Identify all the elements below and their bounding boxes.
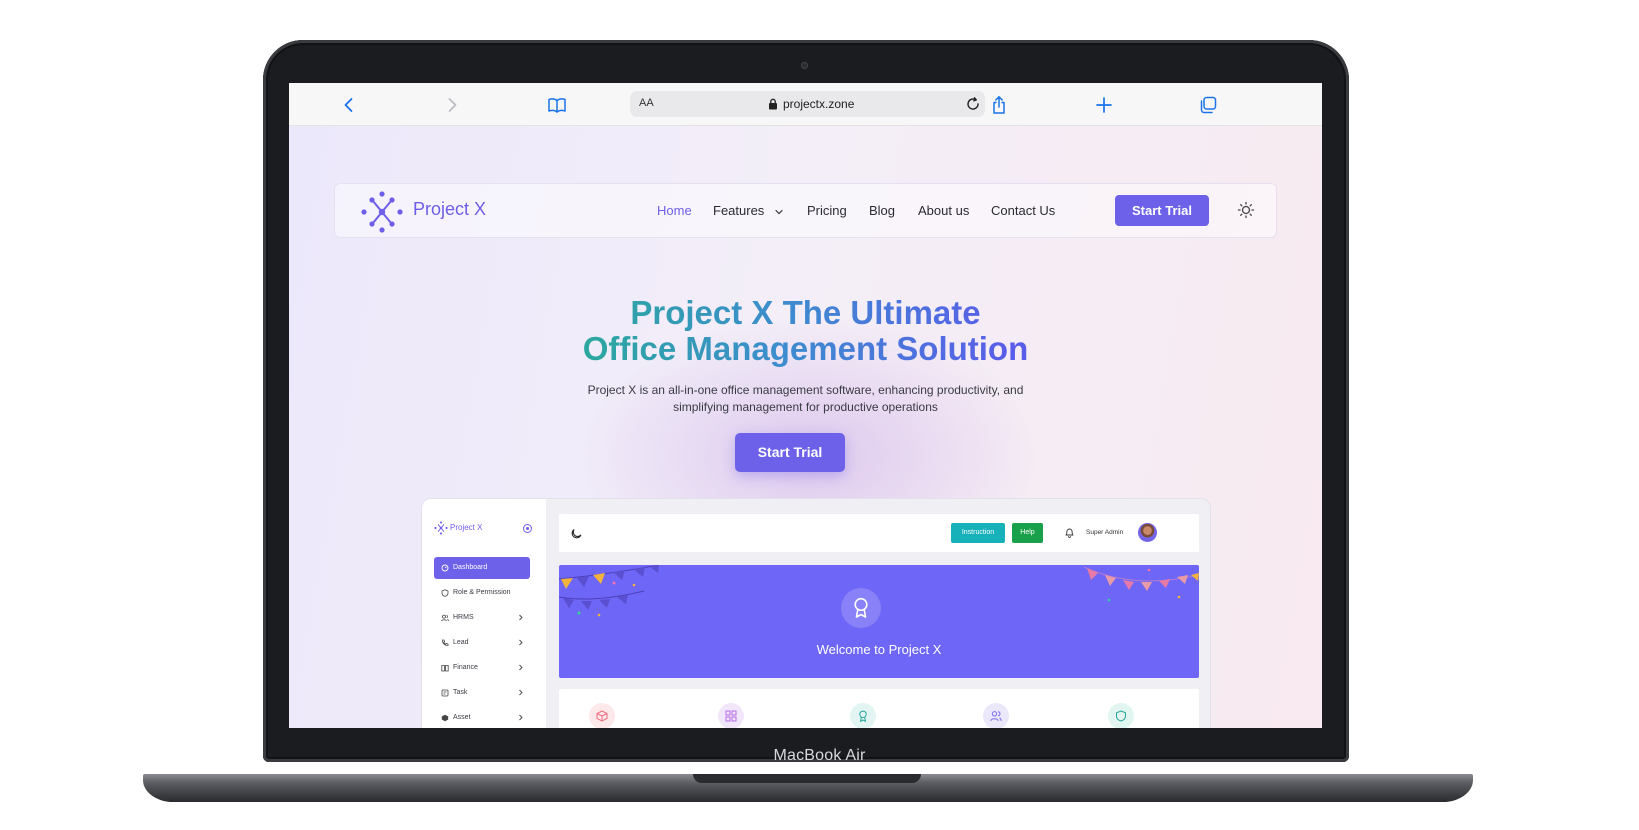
tabs-icon[interactable] — [1198, 95, 1218, 115]
hero-title-line-1: Project X The Ultimate — [289, 294, 1322, 332]
award-icon — [850, 703, 876, 728]
avatar[interactable] — [1138, 523, 1157, 542]
device-label: MacBook Air — [773, 747, 866, 764]
start-trial-button[interactable]: Start Trial — [1115, 195, 1209, 226]
nav-about-us[interactable]: About us — [918, 203, 969, 218]
users-icon — [441, 614, 449, 622]
sidebar-item-label: Dashboard — [453, 564, 488, 571]
hero-start-trial-button[interactable]: Start Trial — [735, 433, 845, 472]
chevron-right-icon — [519, 689, 523, 696]
reload-icon[interactable] — [964, 95, 982, 113]
shield-icon — [1108, 703, 1134, 728]
landing-page: Project X Home Features Pricing Blog Abo… — [289, 126, 1322, 728]
sidebar-item-label: Role & Permission — [453, 589, 511, 596]
asset-icon — [441, 714, 449, 722]
camera-icon — [801, 62, 808, 69]
back-icon[interactable] — [339, 95, 359, 115]
instruction-button[interactable]: Instruction — [951, 523, 1005, 543]
bell-icon[interactable] — [1064, 527, 1075, 538]
project-x-logo-icon — [434, 521, 448, 535]
sidebar-item-label: HRMS — [453, 614, 474, 621]
site-navbar: Project X Home Features Pricing Blog Abo… — [334, 183, 1277, 238]
book-icon — [441, 665, 449, 672]
task-icon — [441, 689, 449, 697]
forward-icon[interactable] — [442, 95, 462, 115]
project-x-logo-icon[interactable] — [359, 189, 405, 235]
hero-subtitle-line-2: simplifying management for productive op… — [673, 400, 938, 414]
nav-blog[interactable]: Blog — [869, 203, 895, 218]
address-bar[interactable]: AA projectx.zone — [630, 91, 985, 117]
sidebar-item-label: Asset — [453, 714, 471, 721]
nav-pricing[interactable]: Pricing — [807, 203, 847, 218]
welcome-text: Welcome to Project X — [816, 642, 942, 657]
new-tab-icon[interactable] — [1094, 95, 1114, 115]
bookmarks-icon[interactable] — [547, 95, 567, 115]
sidebar-item-finance[interactable]: Finance — [434, 657, 530, 679]
sidebar-item-label: Task — [453, 689, 468, 696]
chevron-right-icon — [519, 664, 523, 671]
chevron-right-icon — [519, 614, 523, 621]
dashboard-preview: Project X Dashboard Role & Permission HR… — [421, 498, 1211, 728]
phone-icon — [442, 639, 449, 646]
dashboard-icon — [441, 564, 449, 572]
sidebar-item-task[interactable]: Task — [434, 682, 530, 704]
hero-title-line-2: Office Management Solution — [289, 330, 1322, 368]
shield-icon — [441, 589, 449, 597]
nav-contact-us[interactable]: Contact Us — [991, 203, 1055, 218]
sun-icon[interactable] — [1237, 201, 1255, 219]
grid-icon — [718, 703, 744, 728]
bunting-left-decoration — [559, 565, 660, 617]
moon-icon[interactable] — [571, 527, 583, 539]
dashboard-topbar: Instruction Help Super Admin — [559, 514, 1199, 552]
nav-features-label: Features — [713, 203, 765, 218]
welcome-banner: Welcome to Project X — [559, 565, 1199, 678]
lock-icon — [769, 98, 777, 110]
browser-toolbar: AA projectx.zone — [289, 83, 1322, 126]
chevron-right-icon — [519, 639, 523, 646]
sidebar-item-label: Finance — [453, 664, 478, 671]
box-icon — [589, 703, 615, 728]
sidebar-item-asset[interactable]: Asset — [434, 707, 530, 728]
chevron-right-icon — [519, 714, 523, 721]
users-icon — [983, 703, 1009, 728]
url-text: projectx.zone — [783, 97, 855, 111]
sidebar-item-role-permission[interactable]: Role & Permission — [434, 582, 530, 604]
laptop-notch — [693, 774, 921, 783]
sidebar-item-hrms[interactable]: HRMS — [434, 607, 530, 629]
share-icon[interactable] — [989, 95, 1009, 115]
sidebar-item-label: Lead — [453, 639, 469, 646]
user-name[interactable]: Super Admin — [1086, 529, 1123, 536]
help-button[interactable]: Help — [1012, 523, 1043, 543]
bunting-right-decoration — [1083, 566, 1199, 602]
sidebar-item-lead[interactable]: Lead — [434, 632, 530, 654]
chevron-down-icon — [775, 209, 783, 214]
nav-home[interactable]: Home — [657, 203, 692, 218]
reader-button[interactable]: AA — [639, 97, 654, 109]
dashboard-brand: Project X — [450, 523, 483, 532]
stats-row: 5 11 40 51 27 — [559, 689, 1199, 728]
award-icon — [841, 588, 881, 628]
brand-name[interactable]: Project X — [413, 199, 486, 220]
nav-features[interactable]: Features — [713, 203, 784, 218]
sidebar-item-dashboard[interactable]: Dashboard — [434, 557, 530, 579]
dashboard-sidebar: Project X Dashboard Role & Permission HR… — [422, 499, 546, 728]
screen: AA projectx.zone Project X Home Features… — [289, 83, 1322, 728]
hero-subtitle-line-1: Project X is an all-in-one office manage… — [587, 383, 1024, 397]
sidebar-toggle-icon[interactable] — [523, 524, 532, 533]
